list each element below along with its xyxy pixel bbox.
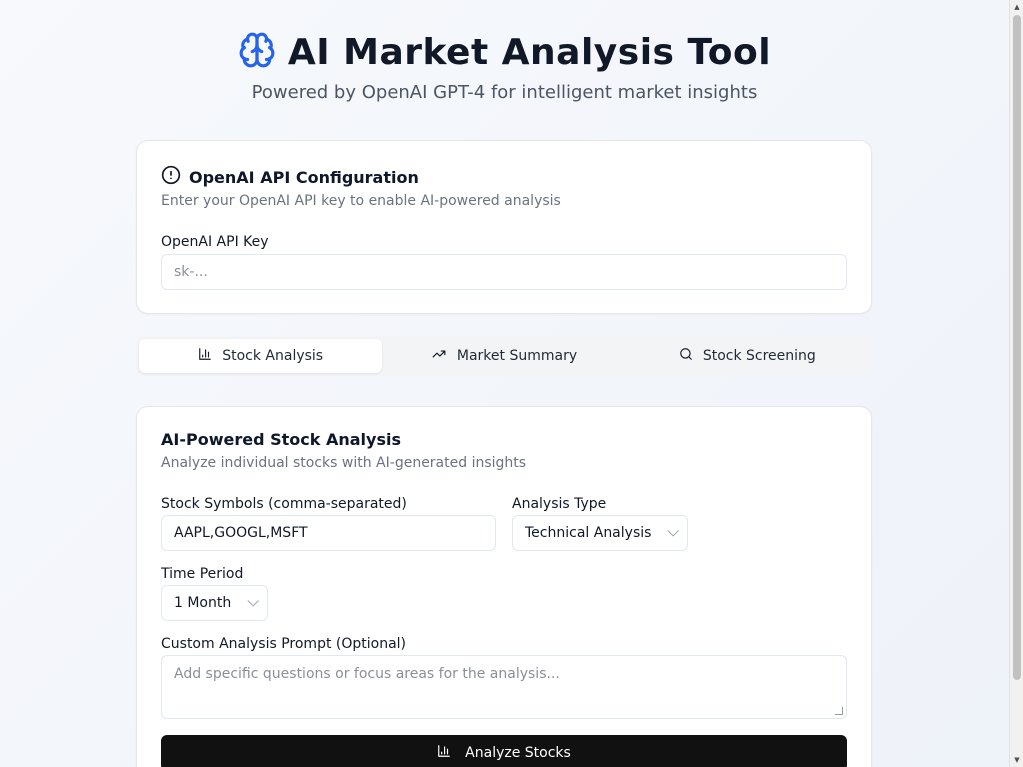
bar-chart-icon — [198, 347, 212, 365]
analysis-type-value: Technical Analysis — [525, 525, 652, 541]
chevron-down-icon — [247, 595, 259, 607]
analysis-type-label: Analysis Type — [512, 496, 607, 512]
custom-prompt-placeholder: Add specific questions or focus areas fo… — [174, 666, 560, 682]
brain-icon — [238, 31, 276, 73]
resize-handle[interactable] — [835, 707, 843, 715]
analysis-type-select[interactable]: Technical Analysis — [512, 515, 688, 551]
api-config-title: OpenAI API Configuration — [189, 167, 419, 187]
custom-prompt-label: Custom Analysis Prompt (Optional) — [161, 636, 407, 652]
symbols-value: AAPL,GOOGL,MSFT — [174, 525, 308, 541]
analyze-stocks-label: Analyze Stocks — [465, 745, 571, 761]
search-icon — [679, 347, 693, 365]
symbols-label: Stock Symbols (comma-separated) — [161, 496, 407, 512]
tab-stock-analysis[interactable]: Stock Analysis — [139, 339, 383, 373]
scrollbar-thumb[interactable] — [1013, 15, 1021, 680]
tab-label: Market Summary — [456, 348, 578, 364]
analyze-stocks-button[interactable]: Analyze Stocks — [161, 735, 847, 767]
tab-list: Stock Analysis Market Summary Stock Scre… — [136, 336, 872, 376]
alert-circle-icon — [161, 165, 181, 189]
page-header: AI Market Analysis Tool Powered by OpenA… — [0, 30, 1009, 103]
trending-up-icon — [431, 347, 447, 365]
symbols-input[interactable]: AAPL,GOOGL,MSFT — [161, 515, 496, 551]
analysis-description: Analyze individual stocks with AI-genera… — [161, 455, 527, 471]
tab-stock-screening[interactable]: Stock Screening — [626, 339, 869, 373]
bar-chart-icon — [437, 744, 451, 762]
scroll-up-arrow-icon[interactable]: ▲ — [1010, 0, 1023, 14]
page-subtitle: Powered by OpenAI GPT-4 for intelligent … — [251, 82, 758, 103]
time-period-select[interactable]: 1 Month — [161, 585, 268, 621]
vertical-scrollbar[interactable]: ▲ ▼ — [1009, 0, 1023, 767]
tab-label: Stock Analysis — [222, 348, 324, 364]
api-config-description: Enter your OpenAI API key to enable AI-p… — [161, 193, 561, 209]
page: AI Market Analysis Tool Powered by OpenA… — [0, 0, 1009, 767]
api-key-placeholder: sk-... — [174, 264, 208, 280]
page-title: AI Market Analysis Tool — [287, 31, 772, 73]
stock-analysis-card: AI-Powered Stock Analysis Analyze indivi… — [136, 406, 872, 767]
time-period-label: Time Period — [161, 566, 244, 582]
tab-label: Stock Screening — [702, 348, 816, 364]
custom-prompt-textarea[interactable]: Add specific questions or focus areas fo… — [161, 655, 847, 719]
tab-market-summary[interactable]: Market Summary — [382, 339, 625, 373]
api-config-card: OpenAI API Configuration Enter your Open… — [136, 140, 872, 314]
analysis-title: AI-Powered Stock Analysis — [161, 430, 401, 449]
scroll-down-arrow-icon[interactable]: ▼ — [1010, 753, 1023, 767]
api-key-input[interactable]: sk-... — [161, 254, 847, 290]
chevron-down-icon — [667, 525, 679, 537]
time-period-value: 1 Month — [174, 595, 232, 611]
api-key-label: OpenAI API Key — [161, 234, 269, 250]
